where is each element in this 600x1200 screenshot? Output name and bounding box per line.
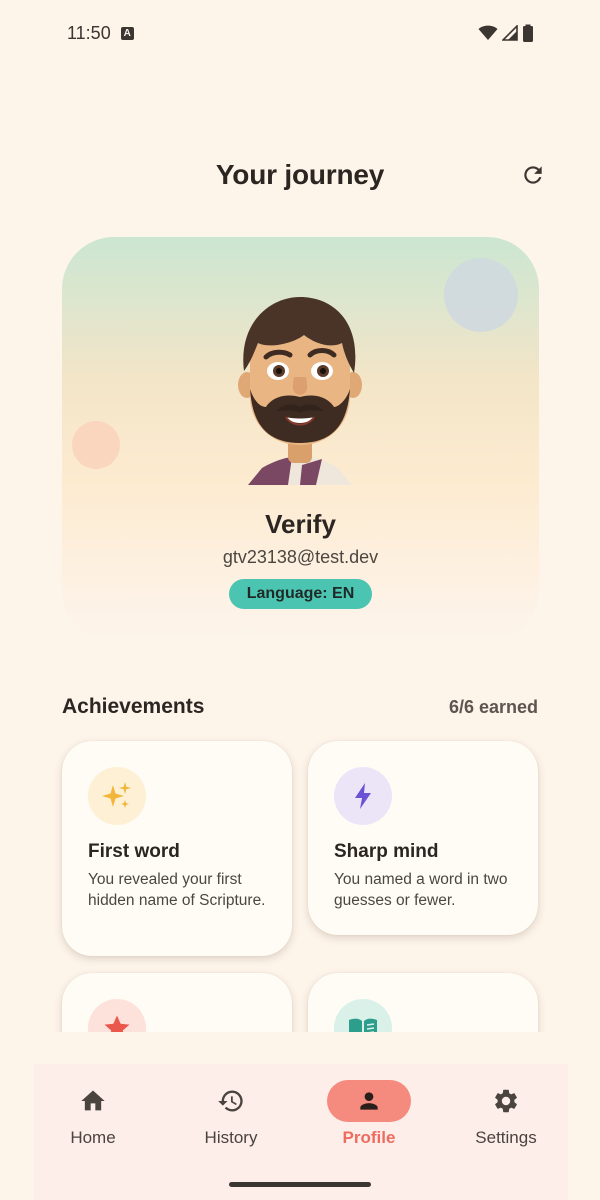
- battery-icon: [523, 24, 533, 42]
- achievement-name: First word: [88, 841, 180, 862]
- page-title: Your journey: [215, 159, 385, 190]
- achievement-card[interactable]: First word You revealed your first hidde…: [62, 741, 292, 956]
- home-indicator[interactable]: [229, 1182, 371, 1187]
- language-badge[interactable]: Language: EN: [229, 579, 372, 609]
- achievement-card[interactable]: Sharp mind You named a word in two guess…: [308, 741, 538, 935]
- achievement-card[interactable]: [62, 973, 292, 1032]
- status-left: 11:50 A: [67, 23, 134, 44]
- achievement-icon-badge: [334, 999, 392, 1032]
- decorative-bubble: [72, 421, 120, 469]
- profile-card: Verify gtv23138@test.dev Language: EN: [62, 237, 539, 642]
- nav-item-profile[interactable]: Profile: [319, 1078, 419, 1158]
- refresh-icon: [524, 166, 542, 184]
- nav-icon-container: [51, 1080, 135, 1122]
- decorative-bubble: [444, 258, 518, 332]
- person-icon: [360, 1092, 378, 1110]
- profile-name: Verify: [265, 509, 336, 539]
- nav-item-settings[interactable]: Settings: [456, 1078, 556, 1158]
- nav-label: Home: [70, 1128, 116, 1147]
- achievement-card[interactable]: [308, 973, 538, 1032]
- achievements-grid[interactable]: First word You revealed your first hidde…: [0, 730, 600, 1032]
- achievement-name: Sharp mind: [334, 841, 439, 862]
- achievements-title: Achievements: [62, 695, 205, 718]
- refresh-button[interactable]: [516, 158, 550, 192]
- achievement-description: You revealed your first hidden name of S…: [88, 871, 266, 909]
- status-time: 11:50: [67, 22, 111, 43]
- profile-email: gtv23138@test.dev: [222, 547, 379, 567]
- achievement-icon-badge: [334, 767, 392, 825]
- nav-icon-container: [189, 1080, 273, 1122]
- nav-icon-container: [464, 1080, 548, 1122]
- nav-active-pill: [327, 1080, 411, 1122]
- gear-icon: [495, 1089, 517, 1113]
- achievement-icon-badge: [88, 767, 146, 825]
- status-right: [478, 24, 534, 42]
- nav-label: Profile: [342, 1128, 396, 1147]
- lightning-bolt-icon: [355, 783, 371, 809]
- home-icon: [81, 1090, 105, 1111]
- avatar: [238, 297, 362, 485]
- nav-item-history[interactable]: History: [181, 1078, 281, 1158]
- page-header: Your journey: [0, 150, 600, 200]
- nav-item-home[interactable]: Home: [43, 1078, 143, 1158]
- star-icon: [104, 1015, 130, 1032]
- history-icon: [218, 1090, 243, 1112]
- bottom-nav: Home History Profile Settings: [34, 1064, 568, 1200]
- achievements-header: Achievements 6/6 earned: [62, 690, 538, 724]
- achievements-count: 6/6 earned: [448, 696, 538, 717]
- achievement-description: You named a word in two guesses or fewer…: [334, 871, 508, 909]
- sparkles-icon: [102, 782, 131, 808]
- notification-icon: A: [120, 26, 134, 40]
- nav-label: Settings: [475, 1128, 537, 1147]
- open-book-icon: [349, 1018, 377, 1032]
- nav-label: History: [204, 1128, 258, 1147]
- wifi-icon: [478, 25, 498, 40]
- status-bar: 11:50 A: [0, 0, 600, 66]
- signal-icon: [502, 25, 518, 41]
- achievement-icon-badge: [88, 999, 146, 1032]
